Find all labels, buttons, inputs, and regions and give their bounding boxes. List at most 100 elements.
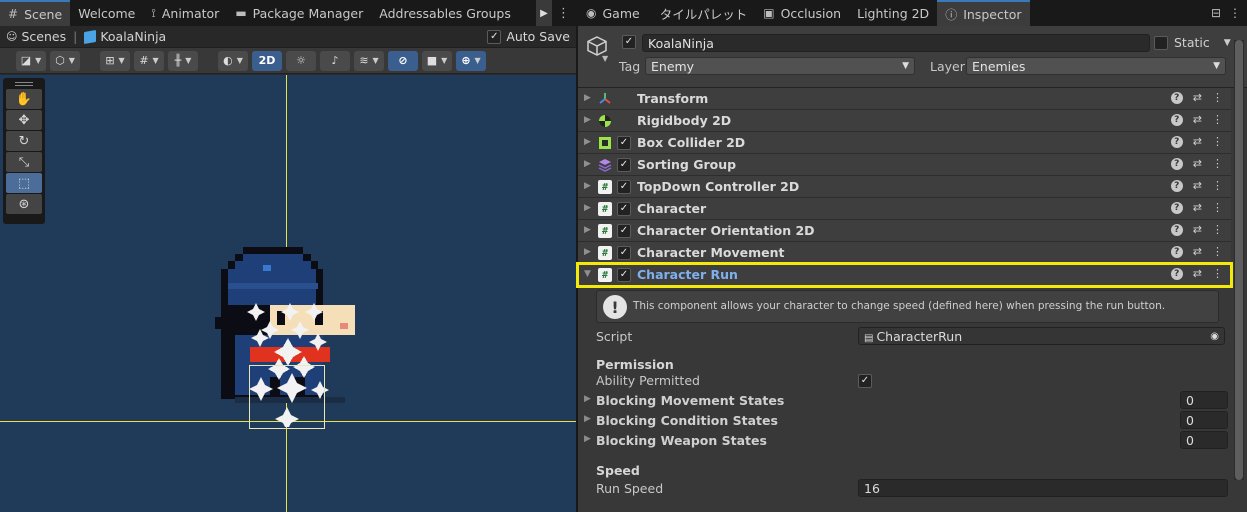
chevron-right-icon[interactable]: ▶ [584,93,591,103]
toggle-2d-button[interactable]: 2D [252,50,282,71]
view-options-dropdown[interactable]: ⬡ ▼ [50,50,80,71]
auto-save-toggle[interactable]: ✓ Auto Save [487,29,570,44]
static-checkbox[interactable] [1154,35,1168,50]
component-enabled-checkbox[interactable]: ✓ [617,180,631,194]
preset-icon[interactable]: ⇄ [1193,223,1202,236]
camera-dropdown[interactable]: ■ ▼ [422,50,452,71]
kebab-menu-icon[interactable]: ⋮ [1212,223,1223,236]
kebab-menu-icon[interactable]: ⋮ [1212,201,1223,214]
component-box-collider-2d[interactable]: ▶ ✓ Box Collider 2D ? ⇄ ⋮ [578,132,1231,154]
tab-animator[interactable]: ⟟ Animator [143,0,227,26]
component-character-movement[interactable]: ▶ # ✓ Character Movement ? ⇄ ⋮ [578,242,1231,264]
chevron-right-icon[interactable]: ▶ [584,414,591,424]
chevron-right-icon[interactable]: ▶ [584,225,591,235]
scene-visibility-toggle[interactable]: ⊘ [388,50,418,71]
preset-icon[interactable]: ⇄ [1193,157,1202,170]
component-transform[interactable]: ▶ Transform ? ⇄ ⋮ [578,88,1231,110]
component-enabled-checkbox[interactable]: ✓ [617,224,631,238]
component-enabled-checkbox[interactable]: ✓ [617,202,631,216]
chevron-down-icon[interactable]: ▼ [584,269,591,279]
snap-dropdown[interactable]: ⊞ ▼ [100,50,130,71]
hand-tool-button[interactable]: ✋ [6,89,42,109]
tab-package-manager[interactable]: ▬ Package Manager [227,0,371,26]
component-rigidbody-2d[interactable]: ▶ Rigidbody 2D ? ⇄ ⋮ [578,110,1231,132]
tab-welcome[interactable]: Welcome [70,0,143,26]
grid-dropdown[interactable]: # ▼ [134,50,164,71]
help-icon[interactable]: ? [1170,91,1183,104]
help-icon[interactable]: ? [1170,157,1183,170]
audio-toggle[interactable]: ♪ [320,50,350,71]
increment-snap-dropdown[interactable]: ╫ ▼ [168,50,198,71]
kebab-menu-icon[interactable]: ⋮ [1212,245,1223,258]
draw-mode-dropdown[interactable]: ◪ ▼ [16,50,46,71]
palette-grip[interactable] [6,80,42,88]
static-toggle[interactable]: Static ▼ [1154,35,1231,50]
chevron-right-icon[interactable]: ▶ [584,159,591,169]
gameobject-active-checkbox[interactable]: ✓ [622,35,636,49]
chevron-right-icon[interactable]: ▶ [584,203,591,213]
kebab-menu-icon[interactable]: ⋮ [1212,267,1223,280]
ability-permitted-checkbox[interactable]: ✓ [858,374,872,388]
script-field[interactable]: ▤ CharacterRun ◉ [858,327,1225,345]
help-icon[interactable]: ? [1170,201,1183,214]
help-icon[interactable]: ? [1170,113,1183,126]
preset-icon[interactable]: ⇄ [1193,267,1202,280]
help-icon[interactable]: ? [1170,267,1183,280]
chevron-down-icon[interactable]: ▼ [602,54,608,63]
tab-inspector[interactable]: ⓘ Inspector [937,0,1030,26]
preset-icon[interactable]: ⇄ [1193,113,1202,126]
preset-icon[interactable]: ⇄ [1193,135,1202,148]
breadcrumb-current[interactable]: KoalaNinja [100,29,166,44]
gameobject-name-field[interactable]: KoalaNinja [642,34,1150,52]
preset-icon[interactable]: ⇄ [1193,179,1202,192]
transform-tool-button[interactable]: ⊛ [6,194,42,214]
component-enabled-checkbox[interactable]: ✓ [617,158,631,172]
tab-lighting-2d[interactable]: Lighting 2D [849,0,937,26]
gizmos-dropdown[interactable]: ⊕ ▼ [456,50,486,71]
rotate-tool-button[interactable]: ↻ [6,131,42,151]
tag-dropdown[interactable]: Enemy ▼ [645,57,915,75]
breadcrumb-root[interactable]: Scenes [21,29,66,44]
blocking-movement-count[interactable]: 0 [1180,391,1228,409]
component-enabled-checkbox[interactable]: ✓ [617,136,631,150]
more-tabs-button[interactable]: ▶ [536,0,552,26]
preset-icon[interactable]: ⇄ [1193,201,1202,214]
kebab-menu-icon[interactable]: ⋮ [1229,6,1241,20]
kebab-menu-icon[interactable]: ⋮ [1212,157,1223,170]
component-enabled-checkbox[interactable]: ✓ [617,246,631,260]
chevron-right-icon[interactable]: ▶ [584,115,591,125]
scale-tool-button[interactable]: ⤡ [6,152,42,172]
kebab-menu-icon[interactable]: ⋮ [1212,135,1223,148]
scene-viewport[interactable]: ✋ ✥ ↻ ⤡ ⬚ ⊛ [0,75,576,512]
inspector-scrollbar[interactable] [1234,40,1244,480]
rect-tool-button[interactable]: ⬚ [6,173,42,193]
component-character-run[interactable]: ▼ # ✓ Character Run ? ⇄ ⋮ [576,262,1233,288]
blocking-weapon-row[interactable]: ▶ Blocking Weapon States 0 [584,430,1231,450]
panel-menu-button[interactable]: ⋮ [557,0,570,26]
lighting-toggle[interactable]: ☼ [286,50,316,71]
tab-addressables-groups[interactable]: Addressables Groups [371,0,519,26]
blocking-condition-row[interactable]: ▶ Blocking Condition States 0 [584,410,1231,430]
help-icon[interactable]: ? [1170,179,1183,192]
tab-tile-palette[interactable]: タイルパレット [648,0,756,26]
scrollbar-thumb[interactable] [1235,40,1243,480]
move-tool-button[interactable]: ✥ [6,110,42,130]
blocking-movement-row[interactable]: ▶ Blocking Movement States 0 [584,390,1231,410]
run-speed-field[interactable]: 16 [858,479,1228,497]
kebab-menu-icon[interactable]: ⋮ [1212,179,1223,192]
chevron-right-icon[interactable]: ▶ [584,137,591,147]
kebab-menu-icon[interactable]: ⋮ [1212,91,1223,104]
preset-icon[interactable]: ⇄ [1193,245,1202,258]
lock-icon[interactable]: ⊟ [1211,6,1221,20]
kebab-menu-icon[interactable]: ⋮ [1212,113,1223,126]
shading-mode-dropdown[interactable]: ◐ ▼ [218,50,248,71]
target-icon[interactable]: ◉ [1210,331,1219,342]
layer-dropdown[interactable]: Enemies ▼ [966,57,1226,75]
component-character-orientation-2d[interactable]: ▶ # ✓ Character Orientation 2D ? ⇄ ⋮ [578,220,1231,242]
chevron-right-icon[interactable]: ▶ [584,394,591,404]
component-topdown-controller-2d[interactable]: ▶ # ✓ TopDown Controller 2D ? ⇄ ⋮ [578,176,1231,198]
help-icon[interactable]: ? [1170,245,1183,258]
chevron-right-icon[interactable]: ▶ [584,181,591,191]
blocking-weapon-count[interactable]: 0 [1180,431,1228,449]
tab-occlusion[interactable]: ▣ Occlusion [755,0,849,26]
